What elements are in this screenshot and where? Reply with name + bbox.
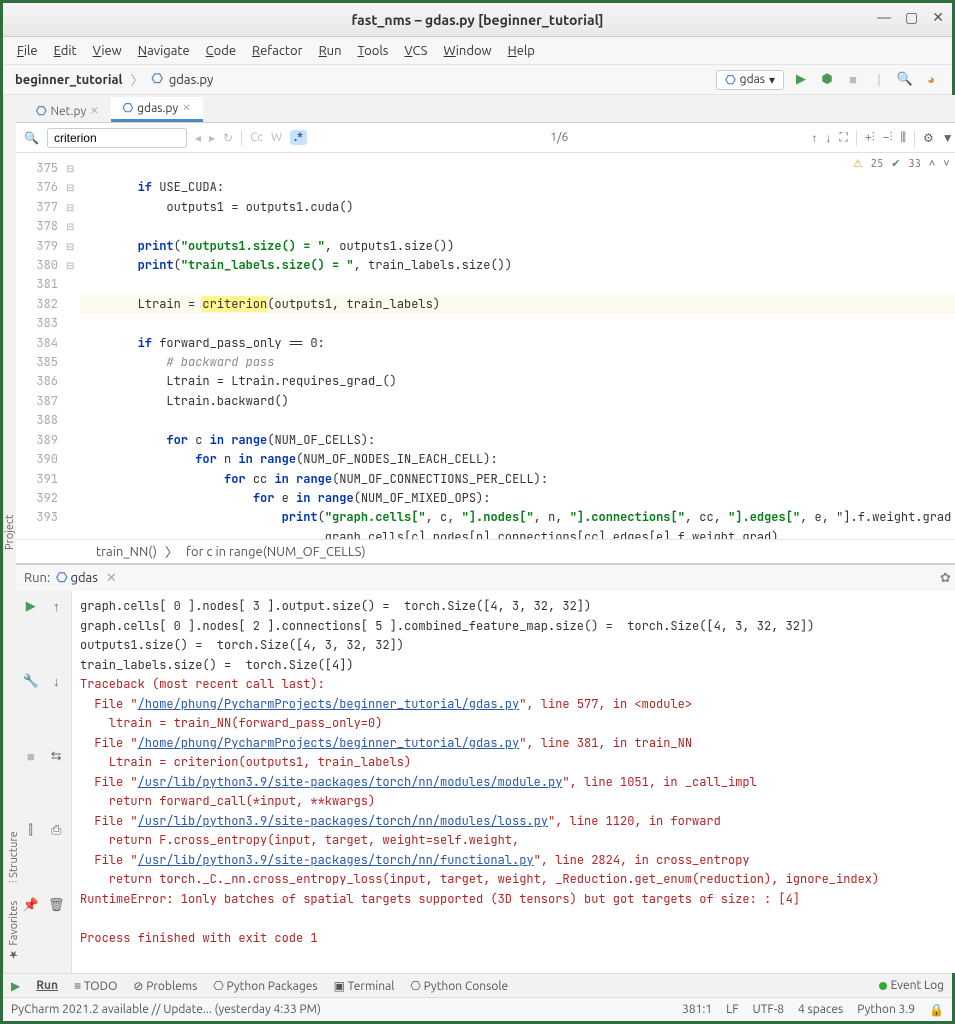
run-tab[interactable]: gdas [70, 571, 97, 585]
editor-tabs: ⎔Net.py✕⎔gdas.py✕ [16, 95, 955, 123]
editor-tab-net-py[interactable]: ⎔Net.py✕ [24, 100, 111, 122]
next-occurrence-icon[interactable]: ↓ [826, 131, 832, 145]
project-tool-tab[interactable]: Project [4, 514, 16, 549]
editor[interactable]: ⚠25 ✔33 ˄ ˅ 375 376 377 378 379 380 381 … [16, 153, 955, 539]
inspection-badges[interactable]: ⚠25 ✔33 ˄ ˅ [853, 157, 950, 170]
tool-tab-problems[interactable]: ⊘ Problems [133, 979, 197, 993]
history-icon[interactable]: ↻ [223, 131, 233, 145]
run-indicator-icon: ▶ [11, 979, 20, 993]
next-match-arrow-icon[interactable]: ▸ [209, 131, 215, 145]
python-icon: ⎔ [56, 571, 67, 586]
trash-icon[interactable]: 🗑 [48, 898, 66, 965]
caret-pos[interactable]: 381:1 [682, 1003, 712, 1017]
stop-button: ■ [844, 71, 862, 89]
menu-vcs[interactable]: VCS [404, 44, 427, 58]
check-icon: ✔ [891, 157, 900, 170]
code-area[interactable]: if USE_CUDA: outputs1 = outputs1.cuda() … [80, 153, 955, 539]
structure-tool-tab[interactable]: ⫶ Structure [7, 831, 20, 883]
match-case-toggle[interactable]: Cc [250, 131, 263, 144]
run-toolbar: ▶ ↑ 🔧 ↓ ■ ⇆ ⫿ ⎙ 📌 🗑 [16, 591, 72, 973]
rerun-button[interactable]: ▶ [22, 599, 40, 666]
run-config-selector[interactable]: ⎔ gdas ▾ [716, 70, 784, 90]
menu-run[interactable]: Run [319, 44, 342, 58]
search-everywhere-button[interactable]: 🔍 [896, 71, 914, 89]
tool-tab-terminal[interactable]: ▣ Terminal [334, 979, 395, 993]
minimize-button[interactable]: — [877, 9, 891, 26]
words-toggle[interactable]: W [271, 131, 282, 144]
run-button[interactable]: ▶ [792, 71, 810, 89]
editor-tab-gdas-py[interactable]: ⎔gdas.py✕ [111, 97, 203, 122]
layout-icon[interactable]: ⫿ [22, 823, 40, 890]
select-all-occ-icon[interactable]: ⫼ [900, 131, 906, 145]
search-icon: 🔍 [24, 131, 39, 145]
wrench-icon[interactable]: 🔧 [22, 674, 40, 741]
event-dot-icon [879, 982, 887, 990]
soft-wrap-icon[interactable]: ⇆ [48, 749, 66, 816]
menu-edit[interactable]: Edit [54, 44, 77, 58]
menu-navigate[interactable]: Navigate [138, 44, 190, 58]
find-input[interactable] [47, 128, 187, 148]
line-sep[interactable]: LF [726, 1003, 738, 1017]
breadcrumb-file[interactable]: gdas.py [169, 73, 213, 87]
tool-tab-run[interactable]: Run [36, 979, 58, 992]
breadcrumb-project[interactable]: beginner_tutorial [15, 73, 122, 87]
chevron-down-icon[interactable]: ˅ [943, 158, 949, 170]
remove-selection-icon[interactable]: −⫶ [883, 131, 893, 145]
code-breadcrumb[interactable]: train_NN() 〉 for c in range(NUM_OF_CELLS… [16, 539, 955, 563]
navigation-bar: beginner_tutorial 〉 ⎔ gdas.py ⎔ gdas ▾ ▶… [3, 65, 952, 95]
chevron-up-icon[interactable]: ˄ [929, 158, 935, 170]
bottom-tool-tabs: ▶ Run ≡ TODO ⊘ Problems ⎔ Python Package… [3, 973, 952, 997]
add-selection-icon[interactable]: +⫶ [865, 131, 875, 145]
menu-help[interactable]: Help [508, 44, 535, 58]
regex-toggle[interactable]: .* [290, 130, 307, 145]
interpreter[interactable]: Python 3.9 [857, 1003, 915, 1017]
gear-icon[interactable]: ✿ [940, 571, 951, 586]
print-icon[interactable]: ⎙ [48, 823, 66, 890]
indent[interactable]: 4 spaces [798, 1003, 843, 1017]
tool-tab-pyconsole[interactable]: ⎔ Python Console [410, 979, 508, 993]
run-panel: Run: ⎔ gdas ✕ ✿ — ▶ ↑ 🔧 ↓ ■ ⇆ ⫿ [16, 563, 955, 973]
line-numbers: 375 376 377 378 379 380 381 382 383 384 … [16, 153, 66, 539]
python-icon: ⎔ [725, 73, 735, 87]
menu-refactor[interactable]: Refactor [252, 44, 303, 58]
pin-icon[interactable]: 📌 [22, 898, 40, 965]
chevron-down-icon: ▾ [769, 73, 775, 87]
up-stack-icon[interactable]: ↑ [48, 599, 66, 666]
match-count: 1/6 [315, 131, 803, 144]
update-button[interactable]: ◕ [922, 71, 940, 89]
menubar: File Edit View Navigate Code Refactor Run Tools… [3, 37, 952, 65]
python-file-icon: ⎔ [151, 72, 162, 87]
maximize-button[interactable]: ▢ [905, 9, 918, 26]
debug-button[interactable]: ⬢ [818, 71, 836, 89]
favorites-tool-tab[interactable]: ★ Favorites [7, 901, 20, 961]
fold-gutter[interactable]: ⊟ ⊟ ⊟ ⊟ ⊟ ⊟ [66, 153, 80, 539]
find-bar: 🔍 ◂ ▸ ↻ Cc W .* 1/6 ↑ ↓ ⛶ +⫶ −⫶ ⫼ ⚙ ▼ ✕ [16, 123, 955, 153]
lock-icon[interactable]: 🔒 [929, 1003, 944, 1017]
close-button[interactable]: ✕ [932, 9, 944, 26]
encoding[interactable]: UTF-8 [753, 1003, 784, 1017]
menu-file[interactable]: File [17, 44, 38, 58]
status-bar: PyCharm 2021.2 available // Update... (y… [3, 997, 952, 1021]
menu-tools[interactable]: Tools [358, 44, 389, 58]
menu-view[interactable]: View [93, 44, 122, 58]
filter-icon[interactable]: ▼ [942, 131, 954, 145]
down-stack-icon[interactable]: ↓ [48, 674, 66, 741]
tool-tab-todo[interactable]: ≡ TODO [74, 979, 117, 993]
menu-window[interactable]: Window [443, 44, 491, 58]
settings-icon[interactable]: ⚙ [923, 131, 934, 145]
event-log-button[interactable]: Event Log [891, 979, 944, 992]
menu-code[interactable]: Code [206, 44, 236, 58]
warning-icon: ⚠ [853, 157, 863, 170]
status-message[interactable]: PyCharm 2021.2 available // Update... (y… [11, 1003, 321, 1016]
window-title: fast_nms – gdas.py [beginner_tutorial] [351, 12, 603, 28]
console-output[interactable]: graph.cells[ 0 ].nodes[ 3 ].output.size(… [72, 591, 955, 973]
prev-occurrence-icon[interactable]: ↑ [812, 131, 818, 145]
titlebar: fast_nms – gdas.py [beginner_tutorial] —… [3, 3, 952, 37]
prev-match-arrow-icon[interactable]: ◂ [195, 131, 201, 145]
stop-button: ■ [22, 749, 40, 816]
select-all-icon[interactable]: ⛶ [840, 131, 848, 145]
tool-tab-packages[interactable]: ⎔ Python Packages [213, 979, 317, 993]
window-controls: — ▢ ✕ [877, 9, 944, 26]
close-run-tab-icon[interactable]: ✕ [106, 571, 117, 586]
